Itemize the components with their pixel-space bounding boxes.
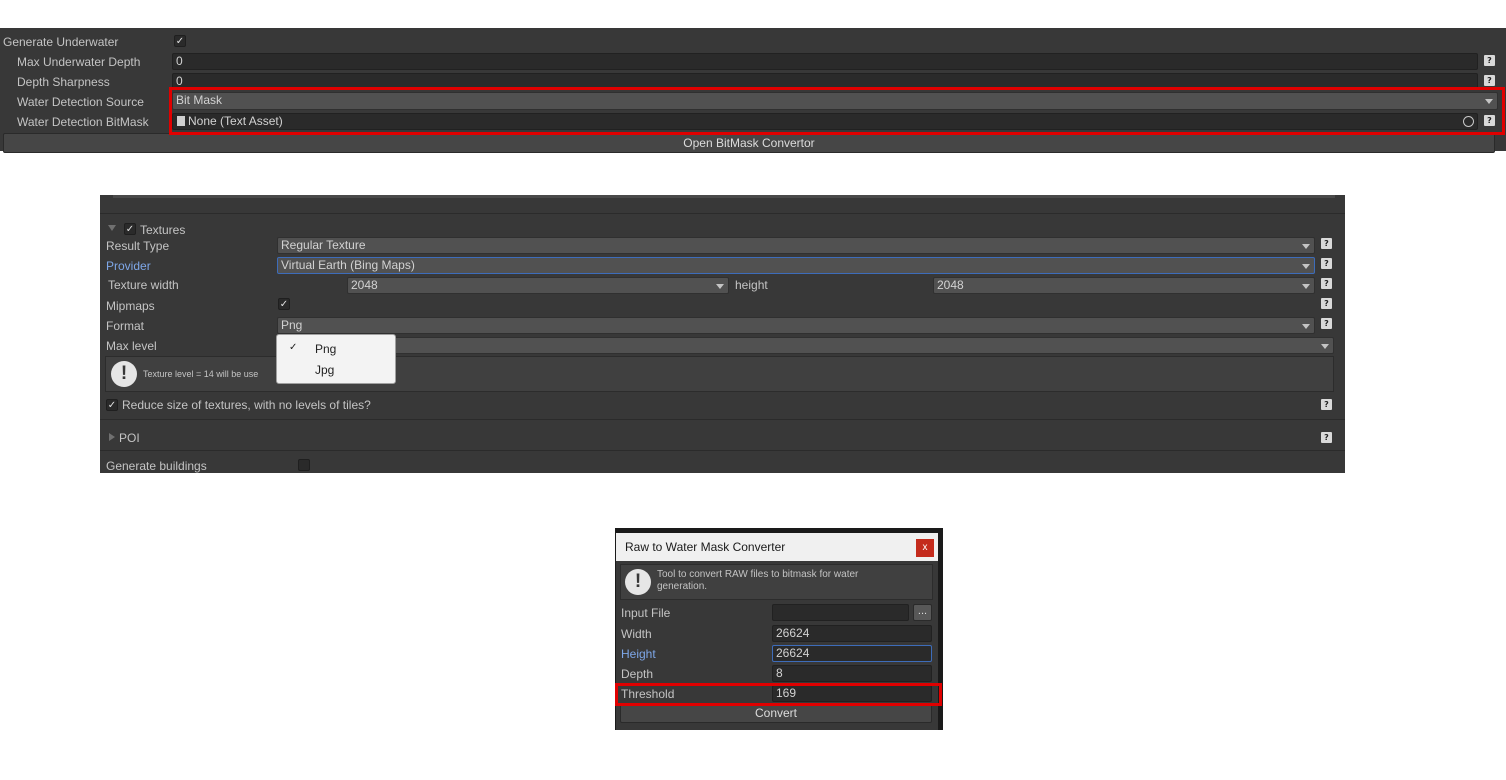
converter-title-bar: Raw to Water Mask Converter x [616,533,938,561]
format-value: Png [281,318,303,332]
depth-sharpness-label: Depth Sharpness [17,75,110,89]
format-help-icon[interactable]: ? [1321,318,1332,329]
reduce-size-help-icon[interactable]: ? [1321,399,1332,410]
poi-foldout-arrow-icon[interactable] [109,433,115,441]
threshold-field[interactable]: 169 [772,685,932,702]
max-level-label: Max level [106,339,157,353]
provider-dropdown[interactable]: Virtual Earth (Bing Maps) [277,257,1315,274]
depth-sharpness-field[interactable]: 0 [172,73,1478,90]
texture-height-dropdown[interactable]: 2048 [933,277,1315,294]
water-detection-source-label: Water Detection Source [17,95,144,109]
texture-height-value: 2048 [937,278,964,292]
warning-icon: ! [625,569,651,595]
converter-info-text: Tool to convert RAW files to bitmask for… [657,569,859,592]
max-level-dropdown[interactable] [277,337,1334,354]
info-text: Texture level = 14 will be use [143,369,259,379]
texture-width-label: Texture width [108,278,179,292]
generate-buildings-checkbox[interactable] [298,459,310,471]
converter-info-box: ! Tool to convert RAW files to bitmask f… [620,564,933,600]
top-bar-edge [113,195,1335,198]
provider-value: Virtual Earth (Bing Maps) [281,258,415,272]
water-detection-source-dropdown[interactable]: Bit Mask [172,92,1498,110]
chevron-down-icon [1302,324,1310,329]
depth-field[interactable]: 8 [772,665,932,682]
water-detection-bitmask-label: Water Detection BitMask [17,115,149,129]
convert-button[interactable]: Convert [620,704,932,723]
map-generation-panel: ✓ Textures Result Type Regular Texture ?… [100,195,1345,473]
format-option-png[interactable]: ✓ Png [277,339,395,359]
height-field[interactable]: 26624 [772,645,932,662]
input-file-field[interactable] [772,604,909,621]
textures-checkbox[interactable]: ✓ [124,223,136,235]
format-option-jpg-label: Jpg [315,363,335,377]
width-label: Width [621,627,652,641]
format-label: Format [106,319,145,333]
threshold-label: Threshold [621,687,675,701]
section-divider [100,419,1345,420]
mipmaps-checkbox[interactable]: ✓ [278,298,290,310]
format-dropdown-menu: ✓ Png Jpg [276,334,396,384]
section-divider [100,450,1345,451]
poi-label[interactable]: POI [119,430,140,446]
height-label: Height [621,647,656,661]
browse-button[interactable]: ... [913,604,932,621]
max-underwater-depth-label: Max Underwater Depth [17,55,141,69]
converter-body: ! Tool to convert RAW files to bitmask f… [616,561,938,730]
depth-sharpness-help-icon[interactable]: ? [1484,75,1495,86]
chevron-down-icon [1485,99,1493,104]
converter-title: Raw to Water Mask Converter [625,540,786,554]
mipmaps-label: Mipmaps [106,299,155,313]
chevron-down-icon [1302,264,1310,269]
poi-help-icon[interactable]: ? [1321,432,1332,443]
mipmaps-help-icon[interactable]: ? [1321,298,1332,309]
texture-width-value: 2048 [351,278,378,292]
selected-check-icon: ✓ [289,342,298,353]
open-bitmask-convertor-button[interactable]: Open BitMask Convertor [3,133,1495,153]
reduce-size-checkbox[interactable]: ✓ [106,399,118,411]
underwater-settings-panel: Generate Underwater ✓ Max Underwater Dep… [0,28,1506,153]
generate-underwater-label: Generate Underwater [3,35,119,49]
close-button[interactable]: x [916,539,934,557]
result-type-label: Result Type [106,239,170,253]
provider-label: Provider [106,259,151,273]
result-type-value: Regular Texture [281,238,366,252]
result-type-dropdown[interactable]: Regular Texture [277,237,1315,254]
result-type-help-icon[interactable]: ? [1321,238,1332,249]
input-file-label: Input File [621,606,671,620]
max-underwater-depth-field[interactable]: 0 [172,53,1478,70]
generate-buildings-label: Generate buildings [106,459,207,473]
foldout-arrow-icon[interactable] [108,225,116,231]
chevron-down-icon [1302,284,1310,289]
format-option-png-label: Png [315,342,337,356]
max-underwater-depth-help-icon[interactable]: ? [1484,55,1495,66]
generate-underwater-checkbox[interactable]: ✓ [174,35,186,47]
provider-help-icon[interactable]: ? [1321,258,1332,269]
textures-label: Textures [140,223,186,237]
chevron-down-icon [1302,244,1310,249]
object-picker-icon[interactable] [1463,116,1474,127]
converter-window: Raw to Water Mask Converter x ! Tool to … [615,528,943,730]
format-option-jpg[interactable]: Jpg [277,360,395,380]
texture-width-dropdown[interactable]: 2048 [347,277,729,294]
chevron-down-icon [1321,344,1329,349]
depth-label: Depth [621,667,654,681]
chevron-down-icon [716,284,724,289]
water-detection-bitmask-value: None (Text Asset) [188,114,283,128]
texture-size-help-icon[interactable]: ? [1321,278,1332,289]
water-detection-source-value: Bit Mask [176,93,223,107]
warning-icon: ! [111,361,137,387]
reduce-size-label: Reduce size of textures, with no levels … [122,398,371,412]
text-asset-icon [177,116,185,126]
width-field[interactable]: 26624 [772,625,932,642]
water-detection-bitmask-field[interactable]: None (Text Asset) [172,113,1478,130]
format-dropdown[interactable]: Png [277,317,1315,334]
water-detection-bitmask-help-icon[interactable]: ? [1484,115,1495,126]
texture-height-label: height [735,278,768,292]
section-divider [100,213,1345,214]
